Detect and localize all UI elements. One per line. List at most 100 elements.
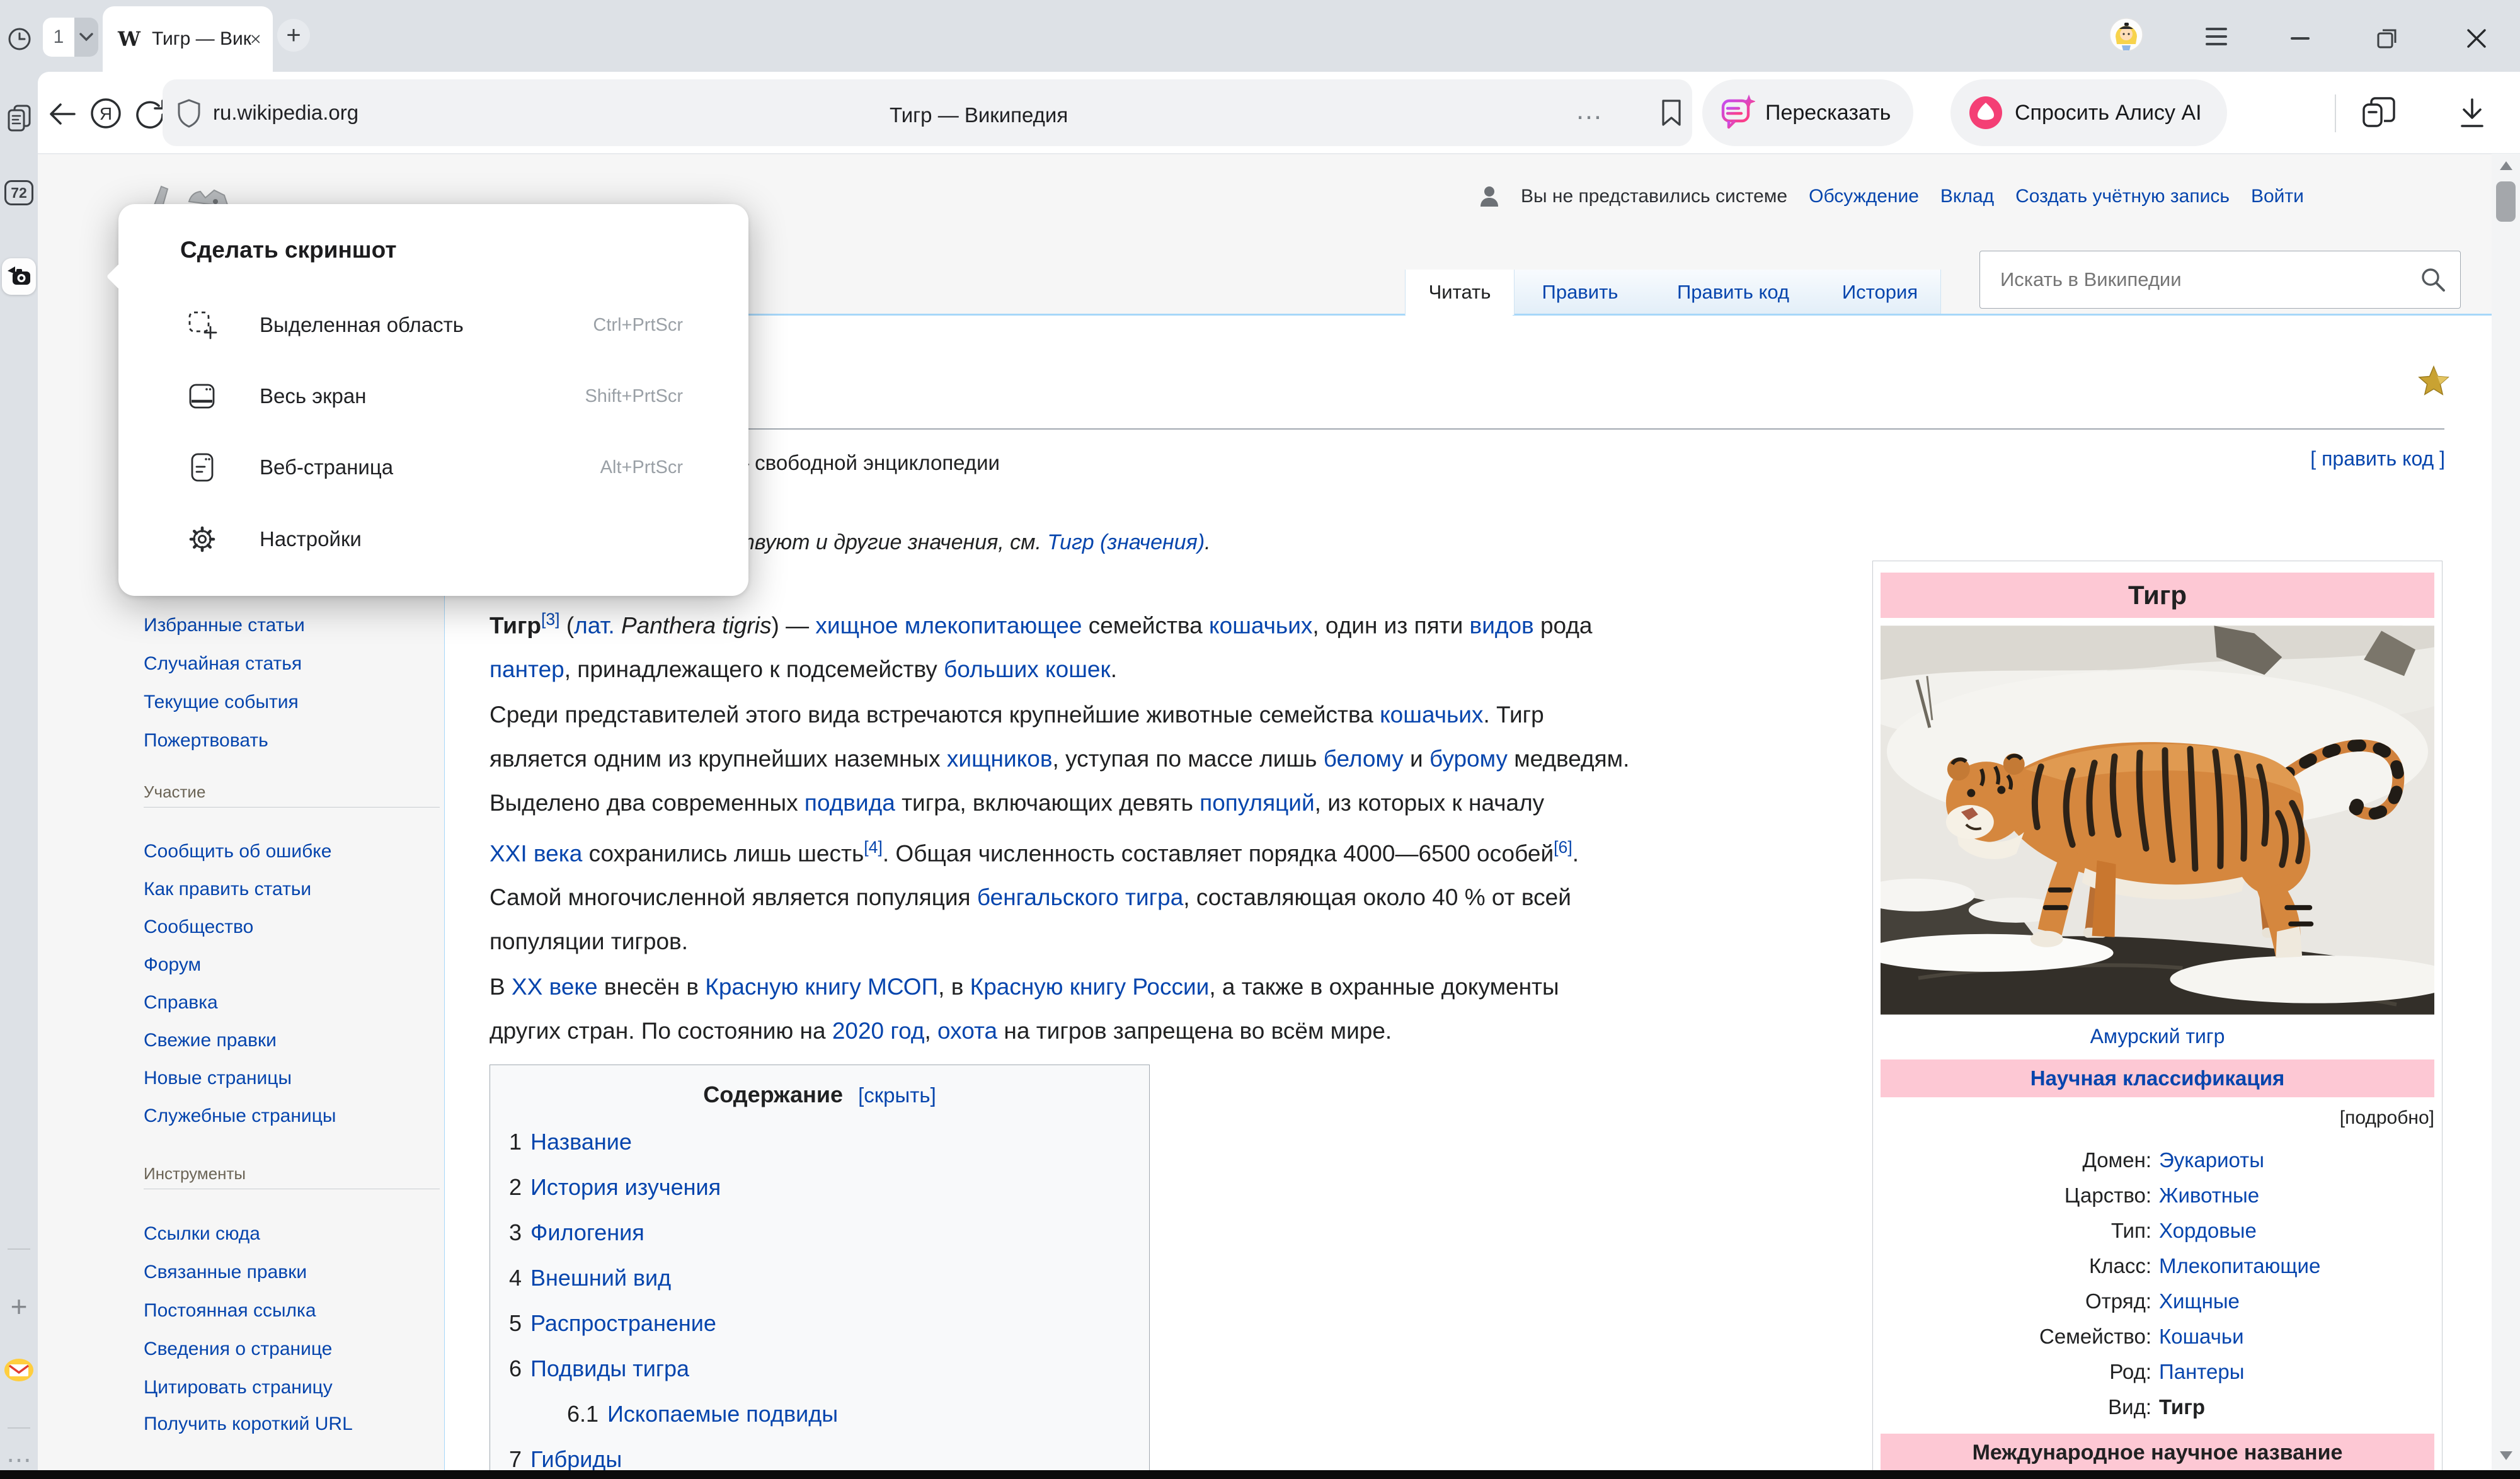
toc-item[interactable]: 4Внешний вид	[509, 1255, 1130, 1301]
tax-value[interactable]: Кошачьи	[2159, 1325, 2244, 1349]
toc-item[interactable]: 1Название	[509, 1119, 1130, 1165]
tab-group-chip[interactable]: 1	[43, 18, 98, 57]
wiki-tab-edit-source[interactable]: Править код	[1647, 270, 1820, 315]
menu-item-full-screen[interactable]: Весь экран Shift+PrtScr	[118, 367, 748, 425]
active-tab-mask	[1406, 314, 1513, 316]
page-scrollbar[interactable]	[2492, 154, 2520, 1479]
toc-item[interactable]: 3Филогения	[509, 1210, 1130, 1255]
scroll-up-icon[interactable]	[2499, 160, 2514, 171]
edit-section-link[interactable]: [ править код ]	[490, 447, 2445, 471]
wiki-tab-edit[interactable]: Править	[1513, 270, 1647, 315]
menu-item-web-page[interactable]: Веб-страница Alt+PrtScr	[118, 438, 748, 496]
address-more-icon[interactable]: …	[1575, 94, 1605, 126]
toc-title: Содержание	[703, 1082, 843, 1107]
sidebar-link-special-pages[interactable]: Служебные страницы	[144, 1097, 336, 1135]
sidebar-add-button[interactable]: +	[0, 1289, 38, 1324]
wiki-search-box[interactable]	[1979, 251, 2461, 309]
taxobox-section-classification[interactable]: Научная классификация	[1881, 1059, 2434, 1097]
tax-value[interactable]: Млекопитающие	[2159, 1254, 2320, 1278]
featured-star-icon[interactable]	[2418, 365, 2449, 397]
taxobox-detail-link[interactable]: [подробно]	[1881, 1107, 2434, 1129]
tax-value[interactable]: Пантеры	[2159, 1360, 2244, 1384]
reload-icon[interactable]	[134, 97, 166, 130]
menu-item-shortcut: Shift+PrtScr	[585, 386, 683, 407]
paragraph-lead: Тигр[3] (лат. Panthera tigris) — хищное …	[490, 597, 1876, 692]
sidebar-link-recent-changes[interactable]: Свежие правки	[144, 1022, 336, 1059]
sidebar-link-report-error[interactable]: Сообщить об ошибке	[144, 833, 336, 871]
tab-counter-badge[interactable]: 72	[4, 180, 33, 205]
personal-link-contributions[interactable]: Вклад	[1940, 186, 1994, 207]
toc-item[interactable]: 2История изучения	[509, 1165, 1130, 1210]
screen-bottom-strip	[0, 1470, 2520, 1479]
tax-value[interactable]: Эукариоты	[2159, 1148, 2264, 1172]
ask-alice-button[interactable]: Спросить Алису AI	[1950, 79, 2227, 146]
tab-title: Тигр — Википедия	[152, 28, 252, 50]
profile-avatar[interactable]	[2109, 18, 2143, 52]
menu-item-selected-area[interactable]: Выделенная область Ctrl+PrtScr	[118, 296, 748, 354]
sidebar-link-forum[interactable]: Форум	[144, 946, 336, 984]
scroll-down-icon[interactable]	[2499, 1450, 2514, 1461]
page-title: Тигр — Википедия	[890, 103, 1068, 127]
sidebar-link-community[interactable]: Сообщество	[144, 908, 336, 946]
sidebar-link-page-info[interactable]: Сведения о странице	[144, 1330, 440, 1368]
tabs-panel-icon[interactable]	[2361, 96, 2398, 131]
search-icon[interactable]	[2419, 265, 2448, 294]
retell-button[interactable]: Пересказать	[1702, 79, 1913, 146]
tab-group-count[interactable]: 1	[43, 18, 74, 57]
taxobox: Тигр	[1872, 561, 2443, 1479]
window-minimize-button[interactable]	[2286, 25, 2315, 53]
menu-item-settings[interactable]: Настройки	[118, 510, 748, 568]
sidebar-link-cite-page[interactable]: Цитировать страницу	[144, 1368, 440, 1407]
sidebar-link-random[interactable]: Случайная статья	[144, 644, 305, 683]
tiger-photo[interactable]	[1881, 625, 2434, 1015]
personal-link-login[interactable]: Войти	[2251, 186, 2304, 207]
personal-link-create-account[interactable]: Создать учётную запись	[2015, 186, 2230, 207]
screenshot-tool-button[interactable]	[2, 258, 36, 295]
new-tab-button[interactable]: +	[277, 19, 310, 52]
sidebar-link-donate[interactable]: Пожертвовать	[144, 721, 305, 760]
url-text[interactable]: ru.wikipedia.org	[213, 101, 358, 125]
minimize-icon	[2291, 37, 2310, 41]
alice-label: Спросить Алису AI	[2015, 101, 2202, 125]
search-input[interactable]	[1999, 268, 2419, 292]
sidebar-link-featured[interactable]: Избранные статьи	[144, 606, 305, 644]
downloads-icon[interactable]	[2456, 96, 2488, 131]
sidebar-divider	[8, 1248, 30, 1250]
menu-item-label: Выделенная область	[260, 313, 464, 337]
scrollbar-thumb[interactable]	[2496, 181, 2516, 222]
yandex-search-icon[interactable]: Я	[89, 97, 122, 130]
sidebar-link-permanent-link[interactable]: Постоянная ссылка	[144, 1291, 440, 1330]
personal-link-discussion[interactable]: Обсуждение	[1809, 186, 1919, 207]
wiki-tab-history[interactable]: История	[1819, 270, 1941, 315]
tax-value[interactable]: Хищные	[2159, 1289, 2240, 1313]
wiki-tab-read[interactable]: Читать	[1405, 270, 1515, 315]
bookmark-icon[interactable]	[1661, 98, 1682, 127]
tab-close-icon[interactable]	[251, 32, 260, 46]
browser-tab[interactable]: W Тигр — Википедия	[103, 6, 273, 72]
svg-text:Я: Я	[100, 104, 112, 123]
tax-value[interactable]: Хордовые	[2159, 1219, 2257, 1243]
menu-hamburger-icon[interactable]	[2204, 24, 2229, 49]
yandex-mail-icon[interactable]	[3, 1353, 35, 1387]
history-clock-icon[interactable]	[7, 26, 32, 52]
sidebar-link-what-links-here[interactable]: Ссылки сюда	[144, 1214, 440, 1253]
toc-item[interactable]: 5Распространение	[509, 1301, 1130, 1346]
sidebar-link-new-pages[interactable]: Новые страницы	[144, 1059, 336, 1097]
sidebar-link-current-events[interactable]: Текущие события	[144, 683, 305, 721]
site-security-shield-icon[interactable]	[176, 98, 202, 128]
window-close-button[interactable]	[2461, 23, 2492, 54]
tab-group-chevron[interactable]	[74, 18, 98, 57]
taxobox-image-caption[interactable]: Амурский тигр	[1881, 1025, 2434, 1048]
window-restore-button[interactable]	[2371, 23, 2403, 54]
menu-item-shortcut: Alt+PrtScr	[600, 457, 683, 478]
sidebar-link-how-to-edit[interactable]: Как править статьи	[144, 871, 336, 908]
back-icon[interactable]	[47, 98, 78, 130]
toc-item-sub[interactable]: 6.1Ископаемые подвиды	[509, 1391, 1130, 1437]
toc-hide-link[interactable]: [скрыть]	[858, 1083, 936, 1107]
sidebar-link-short-url[interactable]: Получить короткий URL	[144, 1407, 440, 1442]
tabs-stack-icon[interactable]	[6, 103, 33, 132]
toc-item[interactable]: 6Подвиды тигра	[509, 1346, 1130, 1391]
sidebar-link-related-changes[interactable]: Связанные правки	[144, 1253, 440, 1291]
sidebar-link-help[interactable]: Справка	[144, 984, 336, 1022]
tax-value[interactable]: Животные	[2159, 1184, 2259, 1208]
